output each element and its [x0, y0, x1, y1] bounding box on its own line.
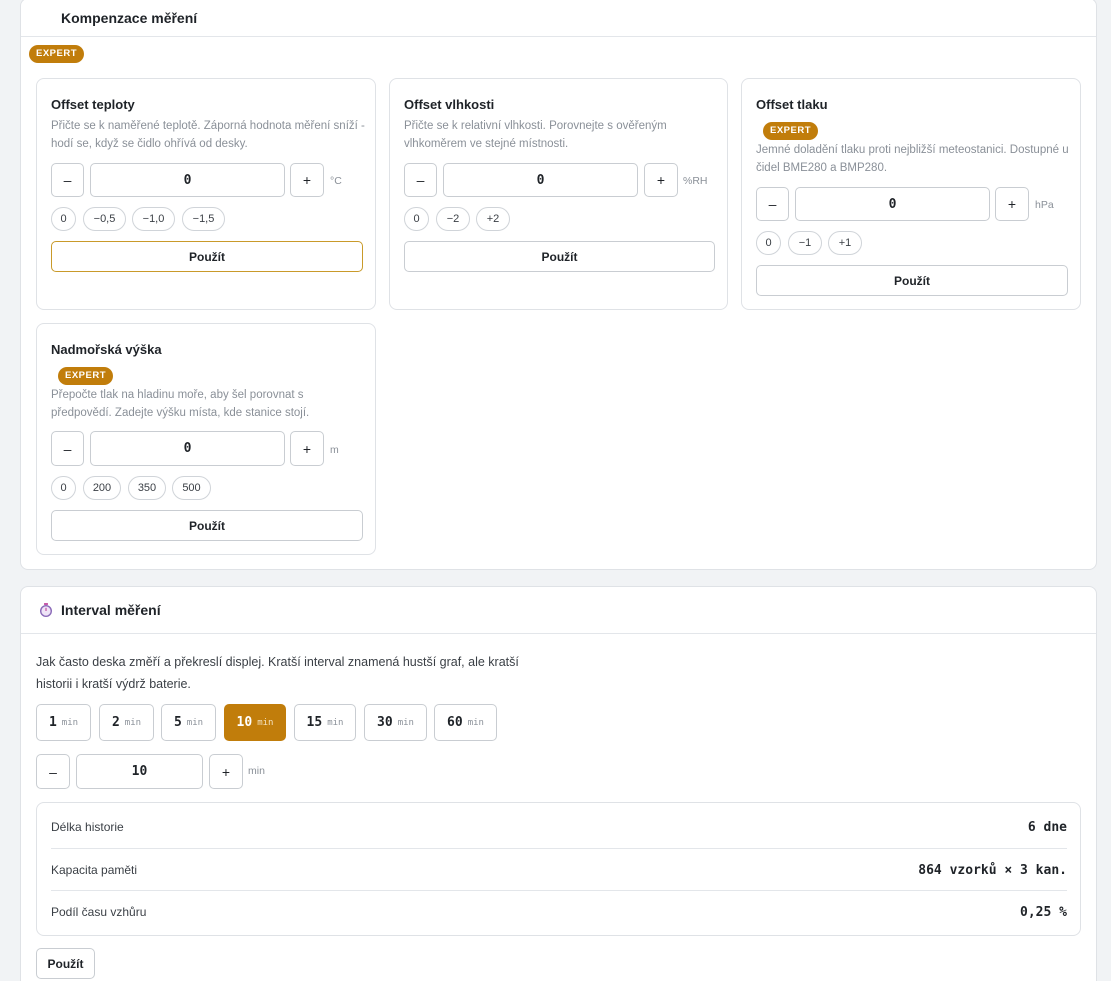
- interval-title: Interval měření: [61, 602, 161, 618]
- interval-option-60[interactable]: 60 min: [434, 704, 497, 741]
- interval-option-unit: min: [186, 717, 204, 728]
- preset-chip[interactable]: 0: [51, 207, 76, 231]
- interval-description-line: Jak často deska změří a překreslí disple…: [36, 655, 519, 669]
- card-title: Offset tlaku: [756, 97, 828, 112]
- humidity-offset-card: Offset vlhkosti Přičte se k relativní vl…: [389, 78, 728, 310]
- preset-chip[interactable]: 0: [51, 476, 76, 500]
- preset-chip[interactable]: 0: [404, 207, 429, 231]
- unit-label: %RH: [683, 175, 708, 187]
- card-title: Nadmořská výška: [51, 342, 162, 357]
- preset-chip[interactable]: 350: [128, 476, 166, 500]
- interval-option-1[interactable]: 1 min: [36, 704, 91, 741]
- interval-increment-button[interactable]: +: [209, 754, 243, 789]
- interval-option-15[interactable]: 15 min: [294, 704, 356, 741]
- interval-option-10[interactable]: 10 min: [224, 704, 286, 741]
- unit-label: °C: [330, 175, 342, 187]
- apply-button[interactable]: Použít: [51, 241, 363, 272]
- interval-option-unit: min: [257, 717, 274, 728]
- interval-option-value: 30: [377, 715, 393, 730]
- stat-label: Délka historie: [51, 820, 124, 834]
- card-description: Přičte se k naměřené teplotě. Záporná ho…: [51, 120, 365, 150]
- preset-chip[interactable]: +1: [828, 231, 862, 255]
- interval-unit-label: min: [248, 765, 265, 777]
- altitude-input[interactable]: 0: [90, 431, 285, 466]
- decrement-button[interactable]: –: [404, 163, 437, 197]
- interval-option-value: 5: [173, 715, 182, 730]
- altitude-card: Nadmořská výška EXPERT Přepočte tlak na …: [36, 323, 376, 555]
- grid-icon: [39, 11, 53, 25]
- card-description: Přičte se k relativní vlhkosti. Porovnej…: [404, 120, 667, 150]
- unit-label: m: [330, 444, 339, 456]
- interval-option-unit: min: [124, 717, 142, 728]
- preset-chip[interactable]: −1,5: [182, 207, 225, 231]
- increment-button[interactable]: +: [995, 187, 1029, 221]
- interval-option-30[interactable]: 30 min: [364, 704, 427, 741]
- preset-chip[interactable]: 500: [172, 476, 211, 500]
- expert-badge: EXPERT: [29, 45, 85, 63]
- interval-decrement-button[interactable]: –: [36, 754, 70, 789]
- preset-chip[interactable]: −1: [788, 231, 822, 255]
- interval-option-value: 2: [111, 715, 120, 730]
- stat-row: Kapacita paměti 864 vzorků × 3 kan.: [51, 849, 1067, 891]
- stat-row: Podíl času vzhůru 0,25 %: [51, 891, 1067, 933]
- pressure-offset-input[interactable]: 0: [795, 187, 990, 221]
- interval-input[interactable]: 10: [76, 754, 203, 789]
- increment-button[interactable]: +: [290, 431, 324, 466]
- stat-value: 6 dne: [1027, 819, 1067, 835]
- compensation-header: Kompenzace měření: [21, 0, 1096, 37]
- pressure-offset-card: Offset tlaku EXPERT Jemné doladění tlaku…: [741, 78, 1081, 310]
- interval-apply-button[interactable]: Použít: [36, 948, 95, 979]
- humidity-offset-input[interactable]: 0: [443, 163, 638, 197]
- expert-badge: EXPERT: [763, 122, 819, 140]
- preset-chip[interactable]: −2: [436, 207, 470, 231]
- decrement-button[interactable]: –: [756, 187, 789, 221]
- expert-badge: EXPERT: [58, 367, 114, 385]
- interval-option-unit: min: [61, 717, 79, 728]
- unit-label: hPa: [1035, 199, 1054, 211]
- preset-chip[interactable]: 200: [83, 476, 121, 500]
- apply-button[interactable]: Použít: [756, 265, 1068, 296]
- temperature-offset-input[interactable]: 0: [90, 163, 285, 197]
- increment-button[interactable]: +: [290, 163, 324, 197]
- card-title: Offset teploty: [51, 97, 135, 112]
- stat-value: 0,25 %: [1020, 904, 1067, 920]
- stat-label: Podíl času vzhůru: [51, 905, 147, 919]
- interval-option-value: 1: [48, 715, 57, 730]
- temperature-offset-card: Offset teploty Přičte se k naměřené tepl…: [36, 78, 376, 310]
- interval-option-value: 60: [447, 715, 463, 730]
- interval-option-2[interactable]: 2 min: [99, 704, 154, 741]
- apply-button[interactable]: Použít: [51, 510, 363, 541]
- card-description: Přepočte tlak na hladinu moře, aby šel p…: [51, 389, 310, 419]
- interval-option-unit: min: [467, 717, 484, 728]
- interval-description-line: historii i kratší výdrž baterie.: [36, 677, 191, 691]
- preset-chip[interactable]: +2: [476, 207, 510, 231]
- decrement-button[interactable]: –: [51, 163, 84, 197]
- decrement-button[interactable]: –: [51, 431, 84, 466]
- preset-chip[interactable]: 0: [756, 231, 781, 255]
- interval-option-unit: min: [327, 717, 344, 728]
- preset-chip[interactable]: −1,0: [132, 207, 175, 231]
- interval-stats: Délka historie 6 dne Kapacita paměti 864…: [36, 802, 1081, 936]
- card-title: Offset vlhkosti: [404, 97, 495, 112]
- interval-option-value: 10: [236, 715, 253, 730]
- interval-header: Interval měření: [21, 587, 1096, 634]
- stopwatch-icon: [39, 603, 53, 618]
- interval-option-unit: min: [397, 717, 414, 728]
- interval-option-value: 15: [306, 715, 323, 730]
- stat-label: Kapacita paměti: [51, 863, 138, 877]
- increment-button[interactable]: +: [644, 163, 678, 197]
- interval-option-5[interactable]: 5 min: [161, 704, 216, 741]
- card-description: Jemné doladění tlaku proti nejbližší met…: [756, 144, 1069, 174]
- interval-description: Jak často deska změří a překreslí disple…: [36, 651, 519, 695]
- compensation-title: Kompenzace měření: [61, 9, 198, 26]
- stat-row: Délka historie 6 dne: [51, 806, 1067, 848]
- apply-button[interactable]: Použít: [404, 241, 715, 272]
- stat-value: 864 vzorků × 3 kan.: [918, 862, 1067, 878]
- preset-chip[interactable]: −0,5: [83, 207, 126, 231]
